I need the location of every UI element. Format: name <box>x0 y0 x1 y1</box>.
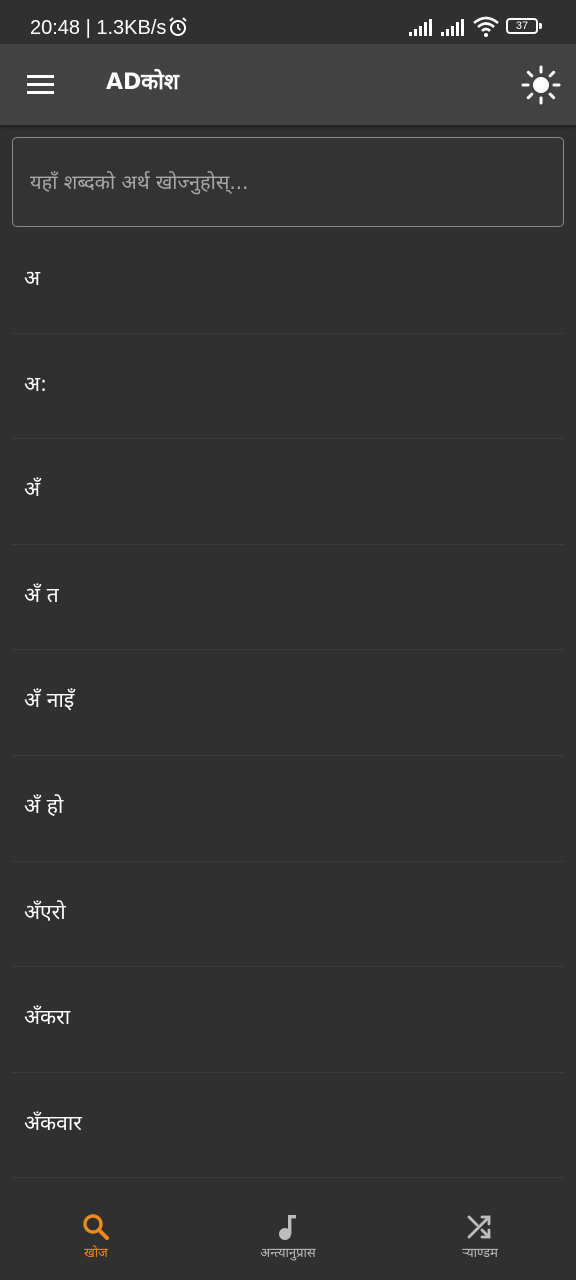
word-text: अ <box>24 266 41 290</box>
tab-random-label: र्‍याण्डम <box>462 1246 498 1261</box>
battery-tip <box>539 23 542 29</box>
shuffle-icon <box>467 1215 491 1239</box>
word-text: अँ त <box>24 582 59 607</box>
list-item[interactable]: अ <box>12 228 564 334</box>
list-item[interactable]: अँ त <box>12 545 564 651</box>
word-text: अँ नाइँ <box>24 688 75 713</box>
tab-random[interactable]: र्‍याण्डम <box>384 1192 576 1280</box>
search-input[interactable] <box>13 138 563 226</box>
menu-icon <box>27 91 54 94</box>
list-item[interactable]: अँ <box>12 439 564 545</box>
tab-rhyme-label: अन्त्यानुप्रास <box>260 1246 316 1261</box>
status-time: 20:48 | 1.3KB/s <box>30 17 167 39</box>
word-text: अँकरा <box>24 1005 71 1030</box>
tab-search[interactable]: खोज <box>0 1192 192 1280</box>
music-note-icon <box>279 1215 296 1240</box>
word-text: अँकवार <box>24 1110 82 1135</box>
search-icon <box>83 1214 109 1240</box>
list-item[interactable]: अँकवार <box>12 1073 564 1179</box>
list-item[interactable]: अँ नाइँ <box>12 650 564 756</box>
menu-icon <box>27 75 54 78</box>
menu-button[interactable] <box>20 64 62 104</box>
tab-rhyme[interactable]: अन्त्यानुप्रास <box>192 1192 384 1280</box>
alarm-icon <box>169 17 187 36</box>
word-text: अँ हो <box>24 793 64 818</box>
brightness-icon[interactable] <box>518 62 564 108</box>
battery-level: 37 <box>515 20 529 32</box>
word-text: अँ <box>24 477 41 502</box>
list-item[interactable]: अ: <box>12 334 564 440</box>
battery-icon: 37 <box>506 18 538 34</box>
app-bar: ADकोश <box>0 44 576 125</box>
word-list: अ अ: अँ अँ त अँ नाइँ अँ हो अँएरो अँकरा अ… <box>0 228 576 1179</box>
cell-signal-icon <box>441 19 464 36</box>
list-item[interactable]: अँकरा <box>12 967 564 1073</box>
bottom-navigation: खोज अन्त्यानुप्रास र्‍याण्डम <box>0 1192 576 1280</box>
tab-search-label: खोज <box>84 1246 108 1261</box>
list-item[interactable]: अँएरो <box>12 862 564 968</box>
word-text: अँएरो <box>24 899 66 924</box>
word-text: अ: <box>24 371 48 396</box>
status-bar: 20:48 | 1.3KB/s 37 <box>0 0 576 44</box>
wifi-icon <box>473 16 499 37</box>
list-item[interactable]: अँ हो <box>12 756 564 862</box>
cell-signal-icon <box>409 19 432 36</box>
menu-icon <box>27 83 54 86</box>
search-field <box>12 137 564 227</box>
app-title: ADकोश <box>106 70 179 95</box>
